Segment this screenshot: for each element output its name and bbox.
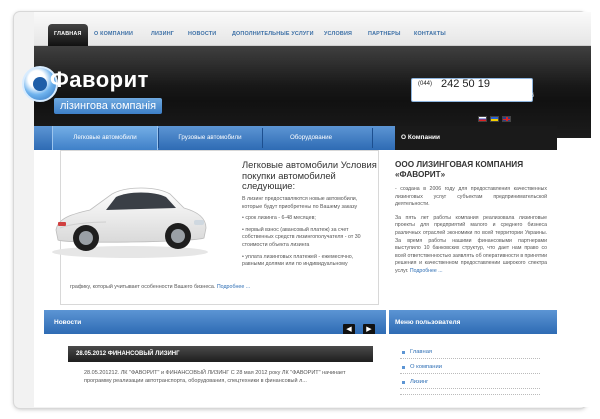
nav-item-news[interactable]: НОВОСТИ [188,31,216,37]
logo-title[interactable]: Фаворит [50,67,149,93]
address: м. Київ, вул. Волинська 10, оф 29б [450,93,535,99]
tab-separator [262,128,263,148]
cars-intro: В лизинг предоставляются новые автомобил… [242,196,358,210]
news-item-text: 28.05.201212. ЛК "ФАВОРИТ" и ФИНАНСОВЫЙ … [84,370,346,384]
top-nav [34,12,591,46]
logo-subtitle: лізингова компанія [54,98,163,114]
cars-conditions: В лизинг предоставляются новые автомобил… [242,196,376,273]
menu-item-news[interactable]: Новости [400,391,540,395]
flag-uk-icon[interactable] [502,116,511,122]
nav-item-partners[interactable]: ПАРТНЕРЫ [368,31,401,37]
flag-ua-icon[interactable] [490,116,499,122]
tab-equipment[interactable]: Оборудование [264,126,358,150]
news-area [44,334,386,395]
about-heading: ООО ЛИЗИНГОВАЯ КОМПАНИЯ «ФАВОРИТ» [395,160,524,179]
nav-item-conditions[interactable]: УСЛОВИЯ [324,31,352,37]
condition-payments: • уплата лизинговых платежей - ежемесячн… [242,253,354,268]
about-paragraph-2-text: За пять лет работы компания реализовала … [395,214,547,274]
cars-tail: графику, который учитывает особенности В… [70,284,375,292]
about-more-link[interactable]: Подробнее ... [410,268,443,274]
flag-ru-icon[interactable] [478,116,487,122]
about-tab[interactable]: О Компании [395,126,557,150]
menu-item-leasing[interactable]: Лизинг [400,376,540,389]
car-image [52,187,208,258]
tab-trucks[interactable]: Грузовые автомобили [160,126,260,150]
user-menu-header: Меню пользователя [389,310,557,334]
nav-item-home[interactable]: ГЛАВНАЯ [48,24,88,46]
about-paragraph-2: За пять лет работы компания реализовала … [395,215,547,276]
phone-number: 242 50 19 [441,78,490,90]
phone-prefix: (044) [418,81,433,87]
cars-tail-text: графику, который учитывает особенности В… [70,284,216,290]
menu-item-home[interactable]: Главная [400,346,540,359]
about-text: - создана в 2006 году для предоставления… [395,186,547,282]
news-header: Новости [44,310,386,334]
nav-item-contacts[interactable]: КОНТАКТЫ [414,31,446,37]
cars-title: Легковые автомобили Условия покупки авто… [242,159,377,191]
menu-item-about[interactable]: О компании [400,361,540,374]
about-paragraph-1: - создана в 2006 году для предоставления… [395,186,547,208]
condition-first-payment: • первый взнос (авансовый платеж) за сче… [242,226,361,248]
tab-separator [372,128,373,148]
news-item-title[interactable]: 28.05.2012 ФИНАНСОВЫЙ ЛИЗИНГ [68,346,373,362]
condition-term: • срок лизинга - 6-48 месяцев; [242,215,316,222]
nav-item-about[interactable]: О КОМПАНИИ [94,31,133,37]
nav-item-leasing[interactable]: ЛИЗИНГ [151,31,174,37]
tab-separator [158,128,159,148]
cars-more-link[interactable]: Подробнее ... [217,284,250,290]
nav-item-services[interactable]: ДОПОЛНИТЕЛЬНЫЕ УСЛУГИ [232,31,314,37]
tab-cars[interactable]: Легковые автомобили [52,126,158,150]
